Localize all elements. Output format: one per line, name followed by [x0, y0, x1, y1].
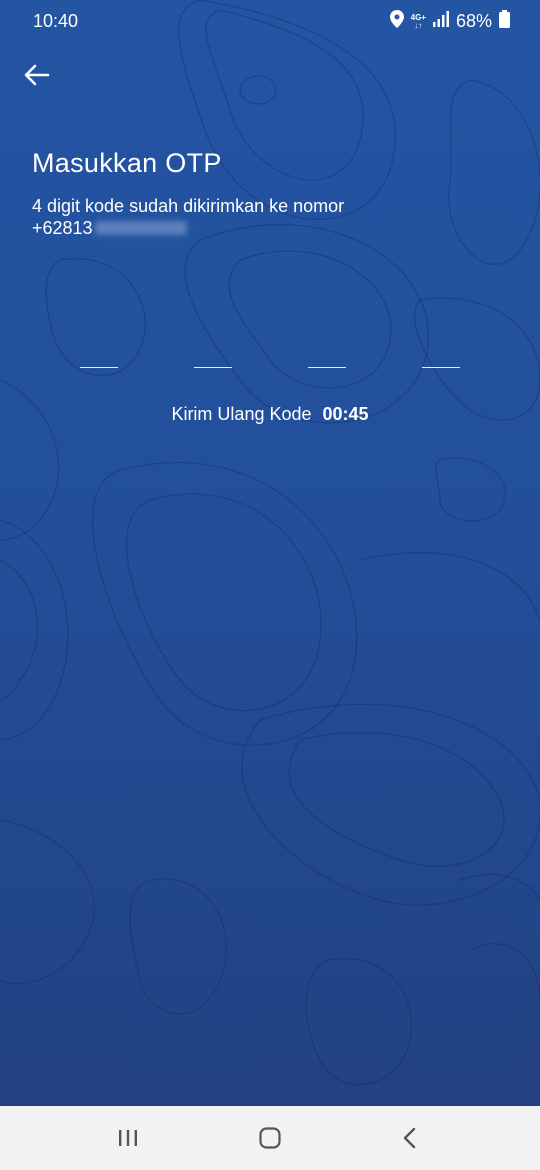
page-title: Masukkan OTP — [32, 148, 222, 178]
recents-button[interactable] — [108, 1124, 148, 1152]
back-nav-icon — [403, 1127, 416, 1149]
otp-digit-2[interactable] — [194, 330, 232, 368]
arrow-left-icon — [24, 64, 50, 86]
status-time: 10:40 — [33, 11, 79, 31]
phone-number: +62813 — [32, 217, 452, 239]
recents-icon — [119, 1130, 137, 1146]
signal-icon — [432, 11, 449, 32]
otp-screen: 10:40 4G+ ↓↑ 68% Masukkan OTP 4 digit ko… — [0, 0, 540, 1170]
battery-percent: 68% — [455, 11, 492, 31]
otp-digit-3[interactable] — [308, 330, 346, 368]
status-bar: 10:40 4G+ ↓↑ 68% — [0, 0, 540, 42]
resend-timer: 00:45 — [322, 404, 369, 424]
location-icon — [389, 10, 404, 33]
network-type: 4G+ ↓↑ — [410, 12, 426, 30]
otp-digit-1[interactable] — [80, 330, 118, 368]
status-icons: 4G+ ↓↑ 68% — [389, 10, 510, 33]
system-nav-bar — [0, 1106, 540, 1170]
home-icon — [259, 1127, 281, 1149]
resend-code[interactable]: Kirim Ulang Kode 00:45 — [0, 404, 540, 425]
battery-icon — [499, 10, 510, 33]
phone-prefix: +62813 — [32, 218, 93, 238]
otp-digit-4[interactable] — [422, 330, 460, 368]
instruction-text: 4 digit kode sudah dikirimkan ke nomor — [32, 196, 345, 216]
resend-label: Kirim Ulang Kode — [171, 404, 312, 424]
phone-masked — [94, 221, 187, 235]
otp-instruction: 4 digit kode sudah dikirimkan ke nomor +… — [32, 195, 452, 239]
home-button[interactable] — [250, 1124, 290, 1152]
back-button[interactable] — [20, 58, 54, 92]
back-nav-button[interactable] — [390, 1124, 430, 1152]
